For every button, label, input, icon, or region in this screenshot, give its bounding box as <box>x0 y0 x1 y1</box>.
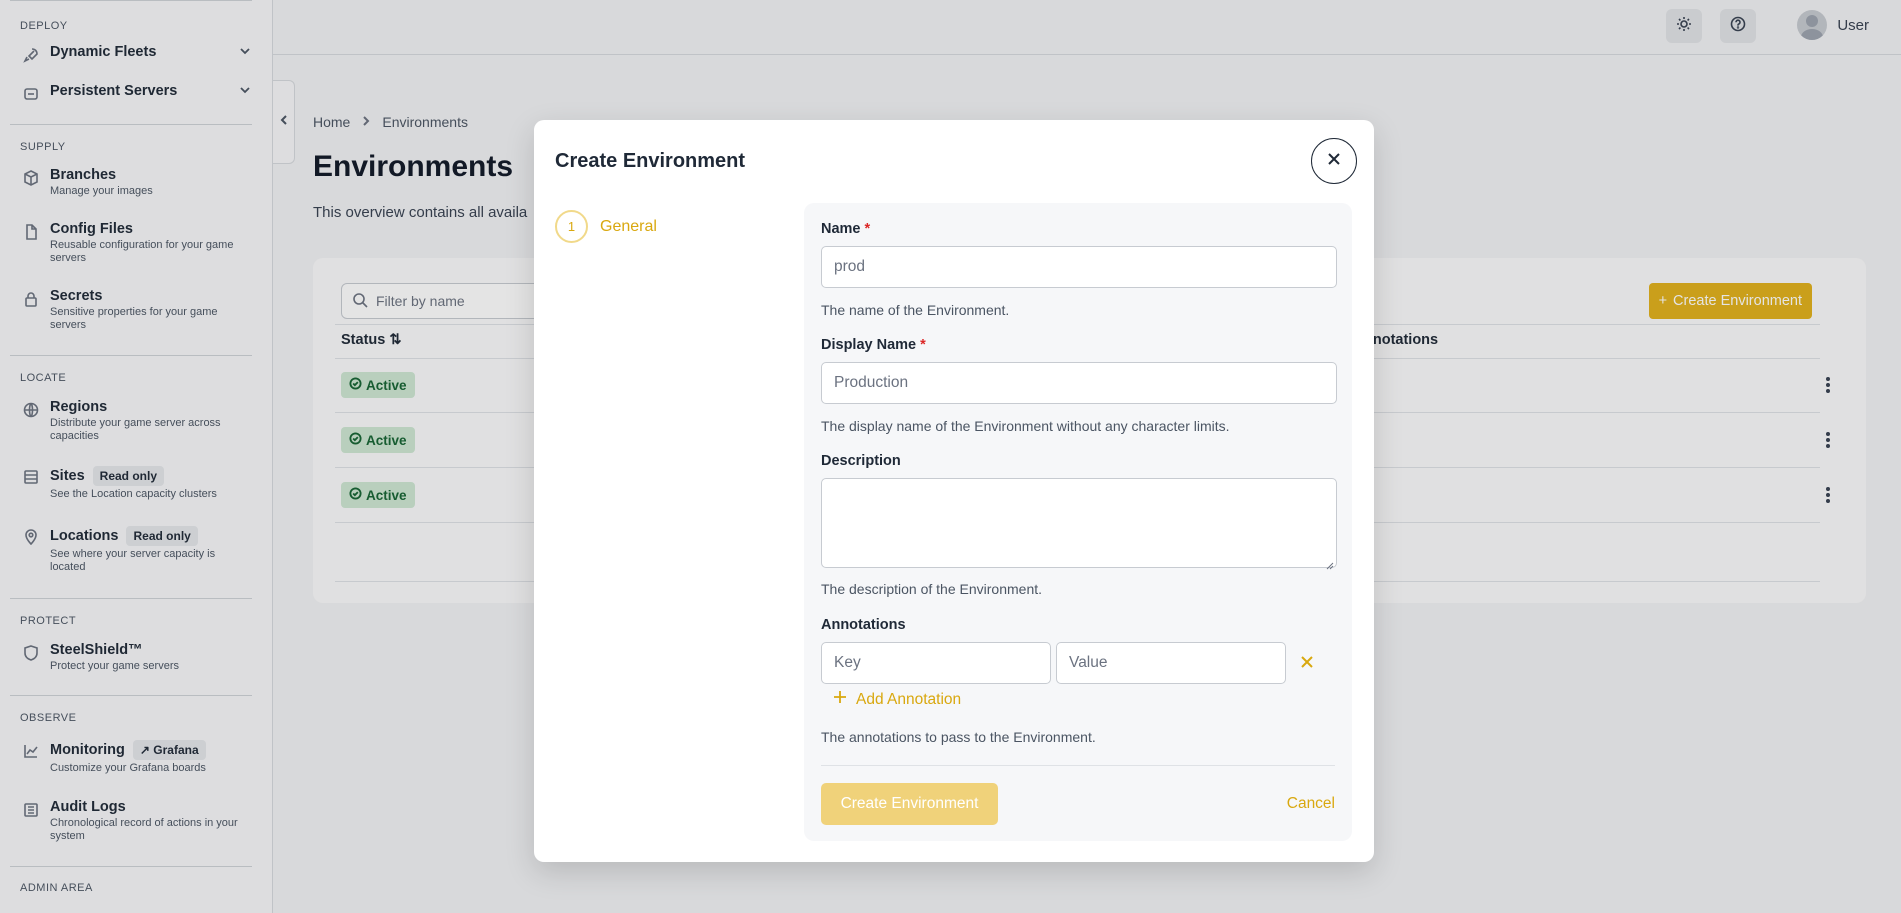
display-name-label: Display Name * <box>821 337 926 353</box>
display-name-input[interactable]: Production <box>821 362 1337 404</box>
description-textarea[interactable] <box>821 478 1337 570</box>
add-annotation-button[interactable]: Add Annotation <box>832 689 961 710</box>
step-number: 1 <box>555 210 588 243</box>
submit-create-environment-button[interactable]: Create Environment <box>821 783 998 825</box>
annotations-label: Annotations <box>821 617 906 633</box>
close-button[interactable] <box>1311 138 1357 184</box>
annotation-value-input[interactable]: Value <box>1056 642 1286 684</box>
name-input[interactable]: prod <box>821 246 1337 288</box>
create-environment-modal: Create Environment 1 General Name * prod… <box>534 120 1374 862</box>
required-marker: * <box>864 221 871 237</box>
description-help: The description of the Environment. <box>821 581 1043 597</box>
cancel-button[interactable]: Cancel <box>1287 783 1335 825</box>
form-divider <box>821 765 1335 766</box>
modal-title: Create Environment <box>555 150 746 172</box>
name-label-text: Name <box>821 221 861 237</box>
close-icon <box>1298 656 1316 675</box>
name-label: Name * <box>821 221 870 237</box>
resize-handle-icon[interactable] <box>1326 557 1334 570</box>
annotations-help: The annotations to pass to the Environme… <box>821 729 1096 745</box>
remove-annotation-button[interactable] <box>1298 653 1318 673</box>
plus-icon <box>832 689 848 710</box>
display-name-label-text: Display Name <box>821 337 917 353</box>
display-name-help: The display name of the Environment with… <box>821 418 1230 434</box>
required-marker: * <box>920 337 926 353</box>
description-label: Description <box>821 453 901 469</box>
form-panel: Name * prod The name of the Environment.… <box>804 203 1352 841</box>
name-help: The name of the Environment. <box>821 302 1010 318</box>
close-icon <box>1326 151 1342 172</box>
step-general[interactable]: 1 General <box>555 210 657 243</box>
step-label: General <box>600 217 657 235</box>
add-annotation-label: Add Annotation <box>856 690 962 708</box>
annotation-key-input[interactable]: Key <box>821 642 1051 684</box>
